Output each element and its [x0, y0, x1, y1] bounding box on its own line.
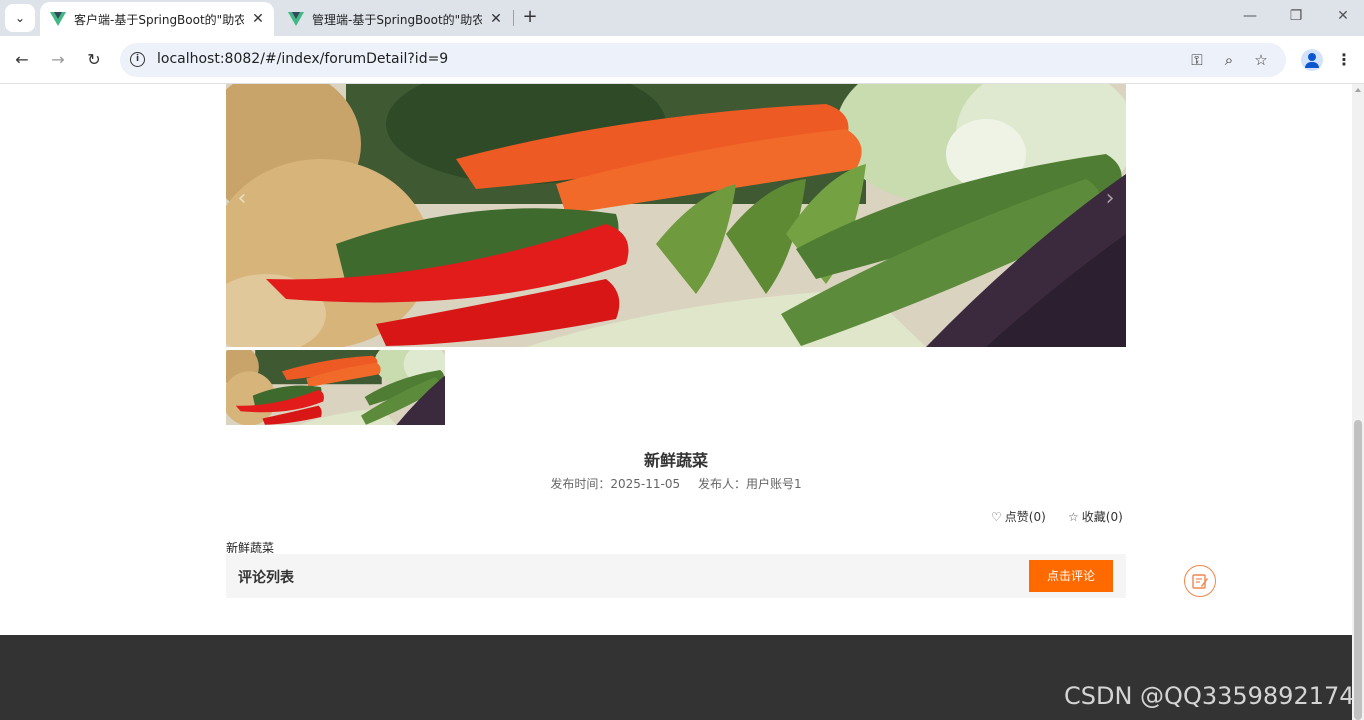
bookmark-star-icon[interactable]: ☆ [1251, 50, 1271, 70]
tab-search-button[interactable]: ⌄ [5, 4, 35, 32]
tab-title: 客户端-基于SpringBoot的"助农 [74, 12, 244, 27]
publisher-value: 用户账号1 [745, 477, 802, 491]
publish-time-value: 2025-11-05 [610, 477, 681, 491]
vue-logo-icon [288, 12, 304, 26]
key-icon[interactable]: ⚿ [1187, 50, 1207, 70]
publish-time: 发布时间：2025-11-05 [550, 477, 680, 491]
image-carousel[interactable]: ‹ › [226, 84, 1126, 347]
like-button[interactable]: ♡ 点赞(0) [991, 508, 1046, 525]
post-meta: 发布时间：2025-11-05 发布人：用户账号1 [226, 475, 1126, 492]
scrollbar-thumb[interactable] [1354, 420, 1362, 720]
post-title: 新鲜蔬菜 [643, 451, 708, 470]
address-bar[interactable]: i localhost:8082/#/index/forumDetail?id=… [120, 43, 1286, 77]
publisher: 发布人：用户账号1 [698, 477, 802, 491]
publisher-label: 发布人： [697, 477, 746, 491]
vegetables-thumbnail-image [226, 350, 445, 425]
carousel-prev-icon[interactable]: ‹ [232, 184, 252, 214]
vegetables-image [226, 84, 1126, 347]
watermark: CSDN @QQ3359892174 [1064, 682, 1355, 710]
close-icon[interactable]: ✕ [250, 11, 266, 27]
heart-icon: ♡ [991, 509, 1002, 524]
vue-logo-icon [50, 12, 66, 26]
scroll-up-icon[interactable] [1355, 88, 1361, 92]
new-tab-button[interactable]: + [521, 6, 539, 28]
restore-icon[interactable]: ❐ [1286, 8, 1306, 24]
page-scrollbar[interactable] [1352, 84, 1364, 720]
browser-tab-bar: ⌄ 客户端-基于SpringBoot的"助农 ✕ 管理端-基于SpringBoo… [0, 0, 1364, 36]
reload-icon[interactable]: ↻ [82, 48, 106, 72]
favorite-button[interactable]: ☆ 收藏(0) [1068, 508, 1123, 525]
close-icon[interactable]: ✕ [488, 11, 504, 27]
tab-client[interactable]: 客户端-基于SpringBoot的"助农 ✕ [40, 2, 274, 36]
comment-list-title: 评论列表 [238, 570, 294, 586]
url-text[interactable]: localhost:8082/#/index/forumDetail?id=9 [157, 51, 448, 67]
tab-title: 管理端-基于SpringBoot的"助农 [312, 12, 482, 27]
more-menu-icon[interactable]: ⋮ [1336, 48, 1352, 72]
add-comment-button[interactable]: 点击评论 [1029, 560, 1113, 592]
page-content: ‹ › 新鲜蔬菜 发布时间：2025-11-05 发布人：用户账号1 ♡ 点赞(… [0, 84, 1352, 720]
back-arrow-icon[interactable]: ← [10, 48, 34, 72]
publish-time-label: 发布时间： [550, 477, 611, 491]
edit-note-icon[interactable] [1184, 565, 1216, 597]
star-icon: ☆ [1068, 509, 1079, 524]
comment-list-header: 评论列表 点击评论 [226, 554, 1126, 598]
favorite-label: 收藏(0) [1081, 510, 1123, 524]
tab-admin[interactable]: 管理端-基于SpringBoot的"助农 ✕ [278, 2, 512, 36]
minimize-icon[interactable]: — [1240, 8, 1260, 24]
zoom-icon[interactable]: ⌕ [1219, 50, 1239, 70]
forward-arrow-icon[interactable]: → [46, 48, 70, 72]
window-close-icon[interactable]: ✕ [1333, 8, 1353, 24]
like-label: 点赞(0) [1004, 510, 1046, 524]
chevron-down-icon: ⌄ [14, 11, 26, 25]
profile-avatar-icon[interactable] [1301, 49, 1323, 71]
browser-toolbar: ← → ↻ i localhost:8082/#/index/forumDeta… [0, 36, 1364, 84]
tab-separator [513, 10, 514, 26]
carousel-thumbnail[interactable] [226, 350, 445, 425]
site-info-icon[interactable]: i [130, 52, 145, 67]
carousel-next-icon[interactable]: › [1100, 184, 1120, 214]
